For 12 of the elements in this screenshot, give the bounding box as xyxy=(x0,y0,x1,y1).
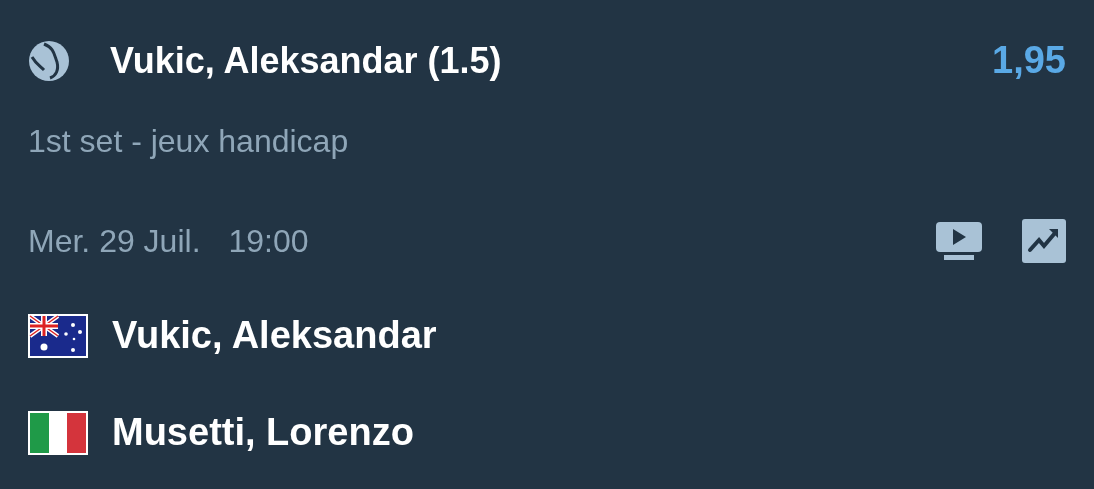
play-screen-icon[interactable] xyxy=(936,220,982,262)
tennis-ball-icon xyxy=(28,39,70,82)
trend-chart-icon[interactable] xyxy=(1022,219,1066,263)
flag-icon xyxy=(28,313,88,358)
player-name: Musetti, Lorenzo xyxy=(112,410,414,455)
player-name: Vukic, Aleksandar xyxy=(112,313,437,358)
event-time: 19:00 xyxy=(228,222,309,261)
market-name: 1st set - jeux handicap xyxy=(28,122,350,161)
selection-label: Vukic, Aleksandar (1.5) xyxy=(110,38,502,83)
event-date: Mer. 29 Juil. xyxy=(28,222,201,261)
flag-icon xyxy=(28,410,88,455)
odds-value[interactable]: 1,95 xyxy=(992,32,1066,89)
